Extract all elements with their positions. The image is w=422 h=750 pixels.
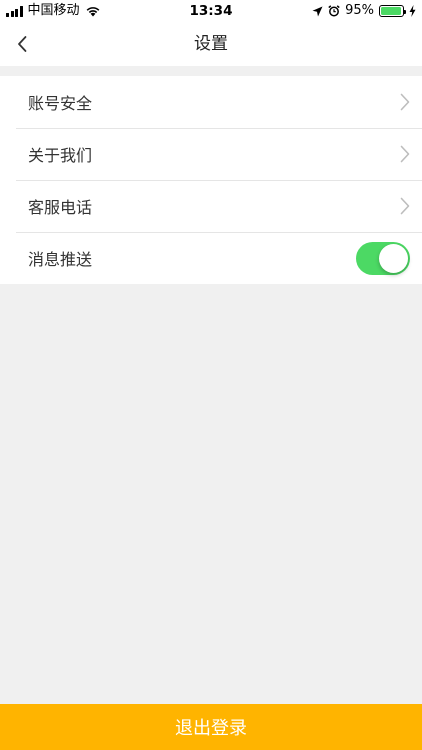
navigation-bar: 设置 xyxy=(0,22,422,66)
location-arrow-icon xyxy=(312,6,323,16)
chevron-right-icon xyxy=(400,93,410,111)
back-button[interactable] xyxy=(8,30,36,58)
battery-percentage: 95% xyxy=(345,3,374,18)
settings-item-about-us[interactable]: 关于我们 xyxy=(0,128,422,180)
charging-bolt-icon xyxy=(409,5,416,17)
settings-item-account-security[interactable]: 账号安全 xyxy=(0,76,422,128)
settings-item-label: 消息推送 xyxy=(28,250,93,269)
settings-item-label: 关于我们 xyxy=(28,146,93,165)
logout-button[interactable]: 退出登录 xyxy=(0,704,422,750)
status-bar: 中国移动 13:34 95% xyxy=(0,0,422,22)
page-title: 设置 xyxy=(194,34,228,54)
chevron-right-icon xyxy=(400,145,410,163)
battery-level-fill xyxy=(381,7,401,15)
settings-item-label: 账号安全 xyxy=(28,94,93,113)
settings-item-customer-service-phone[interactable]: 客服电话 xyxy=(0,180,422,232)
chevron-right-icon xyxy=(400,197,410,215)
battery-icon xyxy=(379,5,406,17)
alarm-clock-icon xyxy=(328,5,340,17)
settings-item-push-notifications: 消息推送 xyxy=(0,232,422,284)
settings-list: 账号安全 关于我们 客服电话 消息推送 xyxy=(0,76,422,284)
toggle-knob xyxy=(379,244,408,273)
back-chevron-icon xyxy=(18,36,27,52)
settings-item-label: 客服电话 xyxy=(28,198,93,217)
push-notifications-toggle[interactable] xyxy=(356,242,410,275)
status-bar-right: 95% xyxy=(312,3,416,19)
settings-screen: 中国移动 13:34 95% 设置 账号安全 关于我们 客服电话 消息推送 退出… xyxy=(0,0,422,750)
